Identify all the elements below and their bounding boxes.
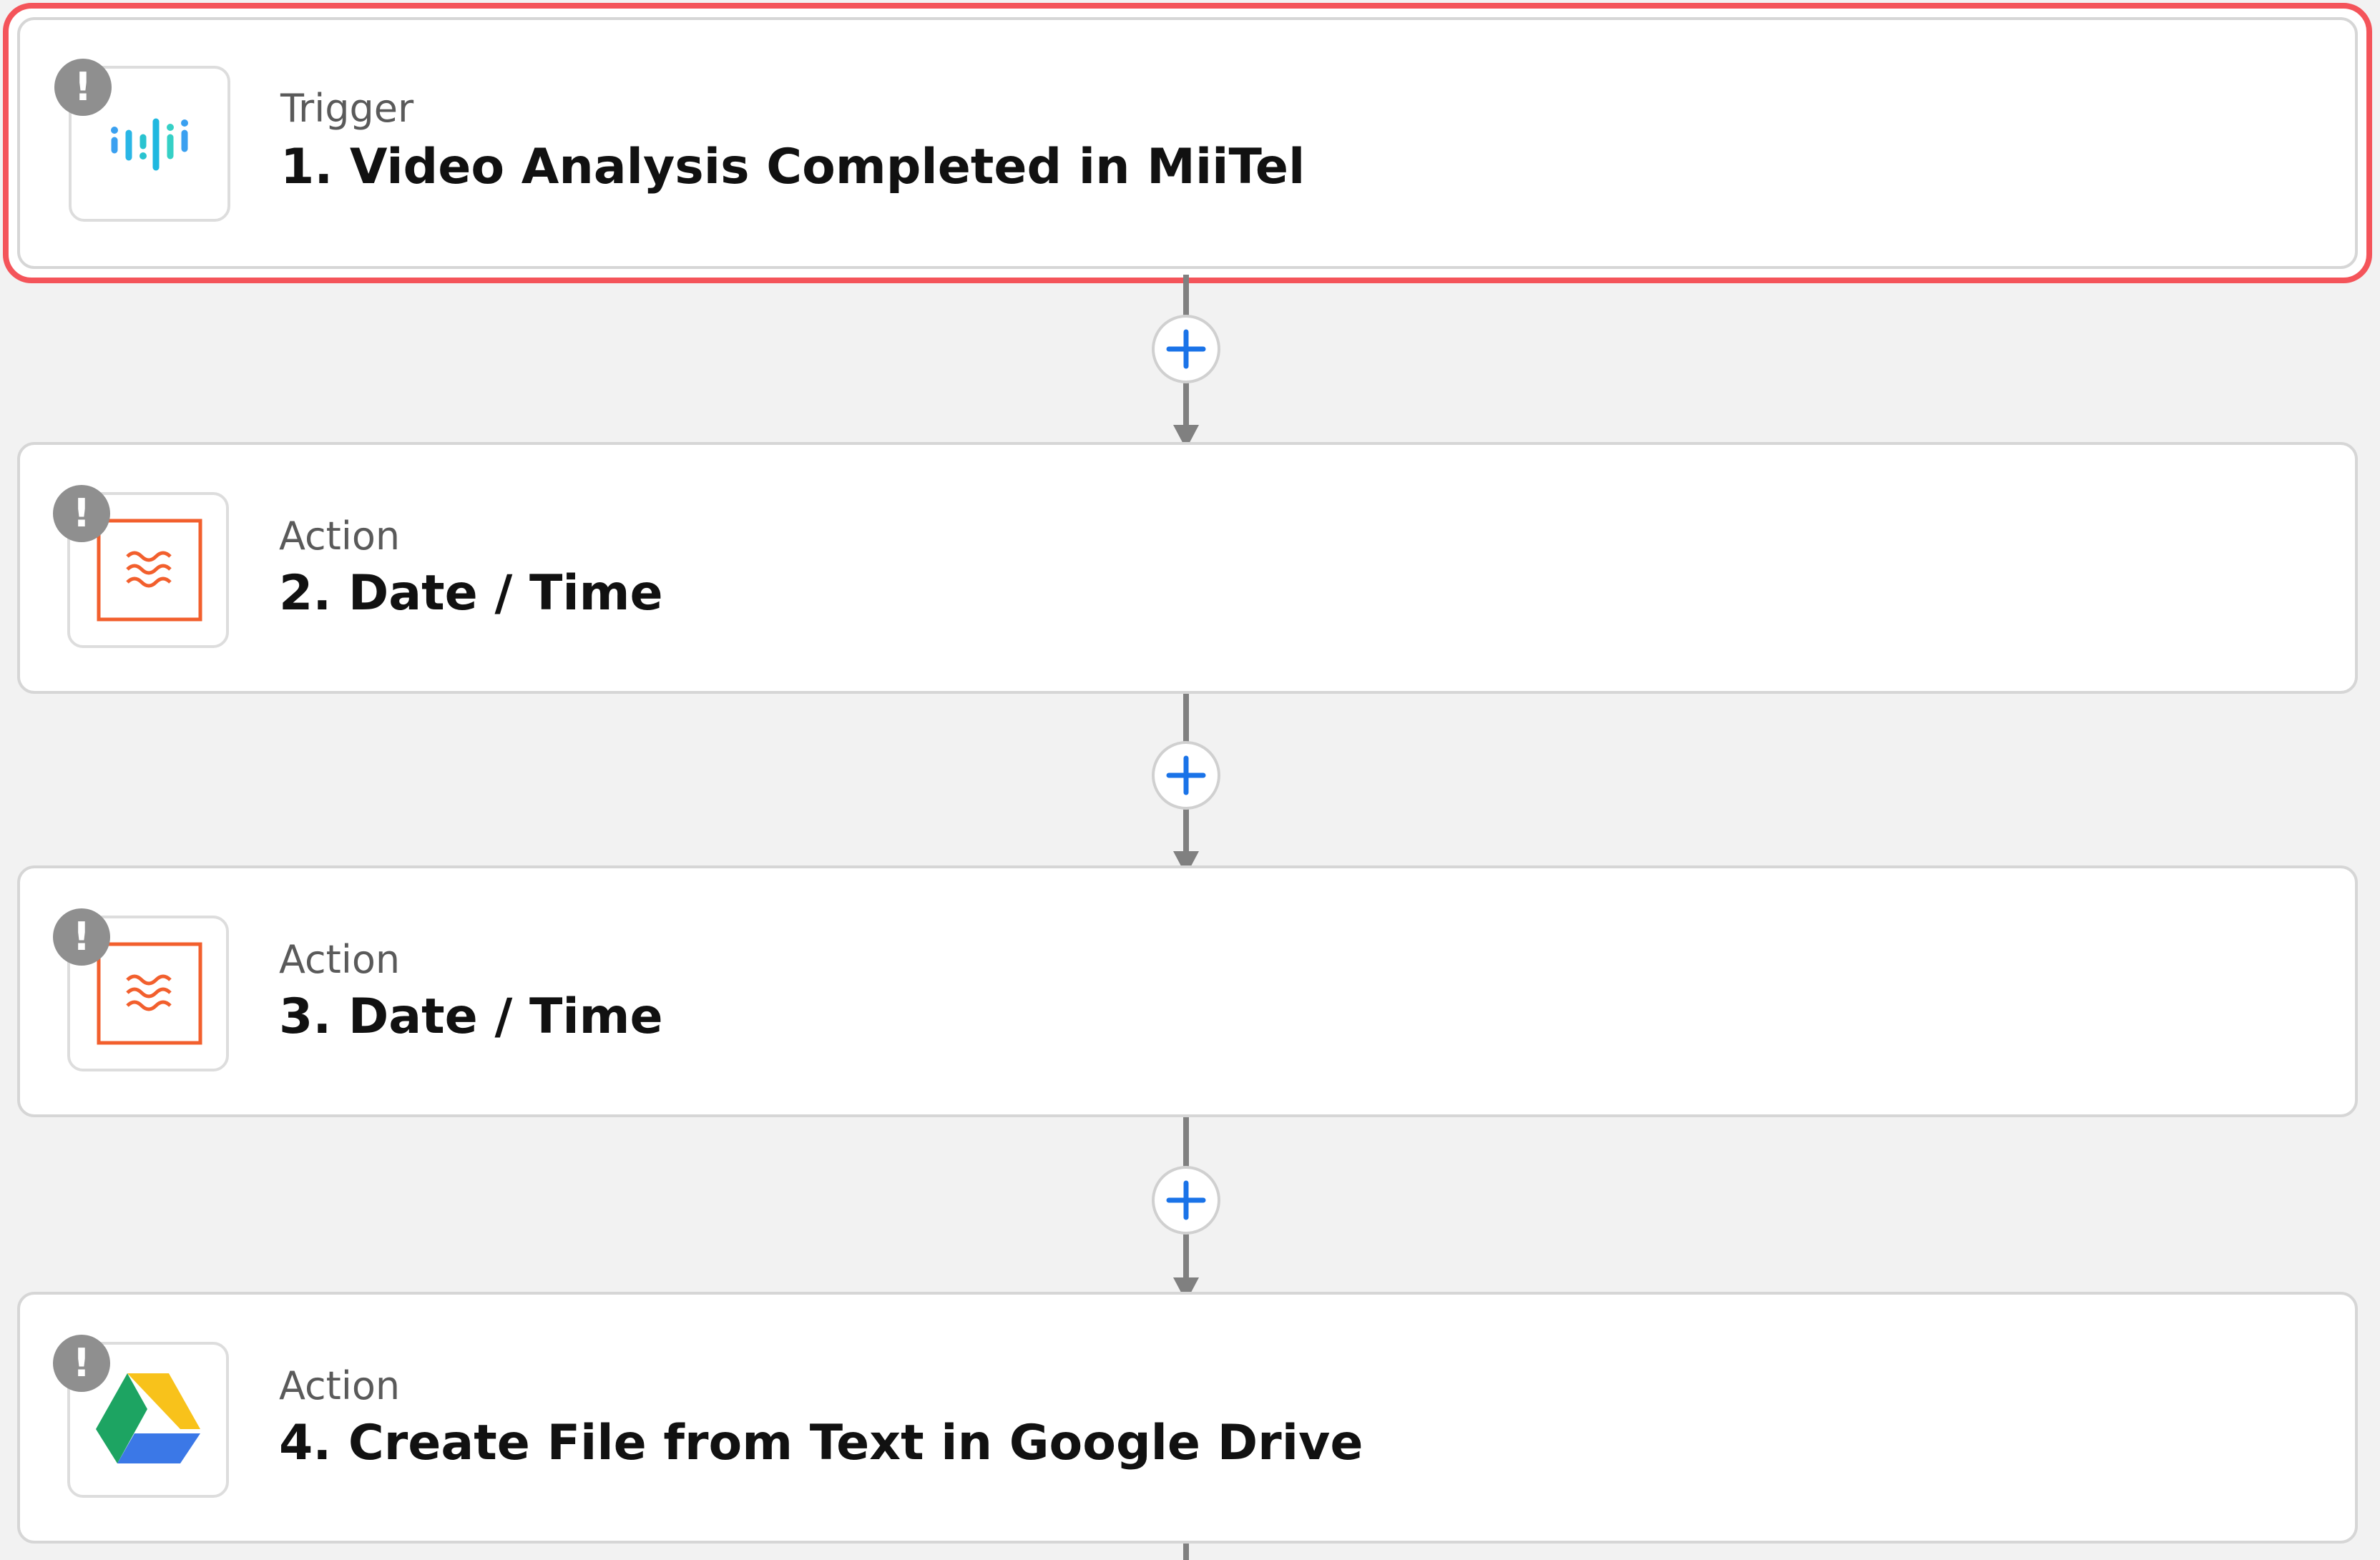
step-title[interactable]: 1. Video Analysis Completed in MiiTel [280, 139, 1305, 195]
step-kind-label: Action [279, 514, 401, 559]
step-kind-label: Action [279, 937, 401, 982]
warning-icon[interactable]: ! [53, 908, 110, 966]
warning-icon[interactable]: ! [54, 59, 112, 116]
step-kind-label: Trigger [280, 86, 414, 131]
step-card-2[interactable]: ! Action 2. Date / Time [17, 442, 2358, 694]
step-title[interactable]: 2. Date / Time [279, 565, 663, 622]
step-kind-label: Action [279, 1363, 401, 1408]
add-step-button[interactable] [1152, 315, 1220, 383]
step-card-1[interactable]: ! Trigger 1. Video Analysis Completed in… [3, 3, 2372, 283]
add-step-button[interactable] [1152, 741, 1220, 810]
warning-icon[interactable]: ! [53, 485, 110, 542]
step-title[interactable]: 4. Create File from Text in Google Drive [279, 1415, 1363, 1471]
add-step-button[interactable] [1152, 1166, 1220, 1235]
warning-icon[interactable]: ! [53, 1335, 110, 1392]
step-title[interactable]: 3. Date / Time [279, 989, 663, 1045]
connector-line [1183, 1544, 1189, 1560]
step-card-4[interactable]: ! Action 4. Create File from Text in Goo… [17, 1292, 2358, 1544]
step-card-3[interactable]: ! Action 3. Date / Time [17, 865, 2358, 1117]
